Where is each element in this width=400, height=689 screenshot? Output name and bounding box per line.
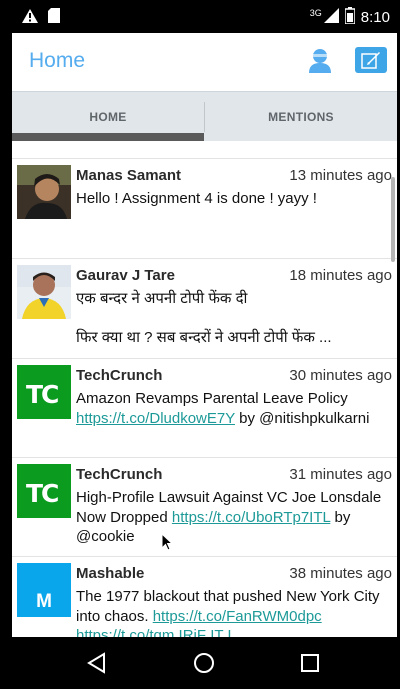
page-title: Home: [29, 49, 86, 72]
clock: 8:10: [360, 9, 390, 26]
avatar[interactable]: [17, 165, 71, 219]
user-icon: [309, 49, 331, 73]
tweet-text-line: एक बन्दर ने अपनी टोपी फेंक दी: [76, 290, 248, 307]
tweet-text: High-Profile Lawsuit Against VC Joe Lons…: [76, 489, 382, 545]
tweet-item[interactable]: M Mashable 38 minutes ago The 1977 black…: [12, 556, 397, 637]
tweet-link[interactable]: https://t.co/DludkowE7Y: [76, 410, 235, 427]
tweet-text: एक बन्दर ने अपनी टोपी फेंक दी फिर क्या थ…: [76, 289, 390, 347]
tweet-text: Amazon Revamps Parental Leave Policy htt…: [76, 390, 370, 427]
tweet-author[interactable]: Gaurav J Tare: [76, 267, 175, 284]
battery-icon: [344, 7, 356, 28]
tweet-author[interactable]: Manas Samant: [76, 167, 181, 184]
tweet-time: 30 minutes ago: [289, 367, 392, 384]
tweet-time: 31 minutes ago: [289, 466, 392, 483]
mouse-pointer-icon: [161, 532, 174, 557]
scrollbar[interactable]: [391, 177, 395, 262]
tab-mentions[interactable]: MENTIONS: [205, 92, 397, 141]
profile-button[interactable]: [307, 47, 333, 75]
network-type: 3G: [309, 7, 322, 18]
tweet-link[interactable]: https://t.co/FanRWM0dpc: [153, 608, 322, 625]
home-button[interactable]: [191, 650, 217, 676]
app-window: Home HOME MENTIONS Manas Samant 13 minut…: [12, 33, 397, 637]
compose-icon: [361, 52, 380, 69]
avatar[interactable]: [17, 265, 71, 319]
back-button[interactable]: [84, 650, 110, 676]
back-icon: [87, 652, 105, 674]
tweet-feed[interactable]: Manas Samant 13 minutes ago Hello ! Assi…: [12, 141, 397, 637]
tweet-link[interactable]: https://t.co/tqm IRiF IT I: [76, 627, 232, 637]
tweet-author[interactable]: TechCrunch: [76, 367, 162, 384]
signal-icon: [323, 8, 339, 27]
techcrunch-logo: TC: [26, 380, 59, 409]
techcrunch-logo: TC: [26, 479, 59, 508]
tweet-text-line: फिर क्या था ? सब बन्दरों ने अपनी टोपी फे…: [76, 328, 332, 346]
tweet-time: 13 minutes ago: [289, 167, 392, 184]
warning-icon: [22, 8, 38, 28]
home-icon: [194, 653, 214, 673]
navigation-bar: [0, 637, 400, 689]
tweet-author[interactable]: TechCrunch: [76, 466, 162, 483]
status-bar: 3G 8:10: [0, 0, 400, 33]
avatar[interactable]: TC: [17, 365, 71, 419]
tweet-time: 18 minutes ago: [289, 267, 392, 284]
tweet-text: Hello ! Assignment 4 is done ! yayy !: [76, 190, 317, 207]
selected-tab-indicator: [12, 133, 204, 141]
mashable-logo: M: [36, 591, 52, 612]
tweet-text: The 1977 blackout that pushed New York C…: [76, 587, 390, 637]
tweet-link[interactable]: https://t.co/UboRTp7ITL: [172, 509, 330, 526]
avatar[interactable]: TC: [17, 464, 71, 518]
tweet-item[interactable]: TC TechCrunch 31 minutes ago High-Profil…: [12, 457, 397, 557]
tab-bar: HOME MENTIONS: [12, 91, 397, 141]
sd-card-icon: [48, 8, 60, 28]
avatar[interactable]: M: [17, 563, 71, 617]
tweet-item[interactable]: TC TechCrunch 30 minutes ago Amazon Reva…: [12, 358, 397, 458]
phone-screen: 3G 8:10 Home HOME MENTIONS Manas Samant …: [0, 0, 400, 689]
tweet-item[interactable]: Gaurav J Tare 18 minutes ago एक बन्दर ने…: [12, 258, 397, 358]
compose-button[interactable]: [355, 47, 387, 73]
tweet-author[interactable]: Mashable: [76, 565, 144, 582]
tweet-item[interactable]: Manas Samant 13 minutes ago Hello ! Assi…: [12, 158, 397, 258]
recents-button[interactable]: [297, 650, 323, 676]
tweet-time: 38 minutes ago: [289, 565, 392, 582]
recents-icon: [301, 654, 319, 672]
app-bar: Home: [12, 33, 397, 91]
